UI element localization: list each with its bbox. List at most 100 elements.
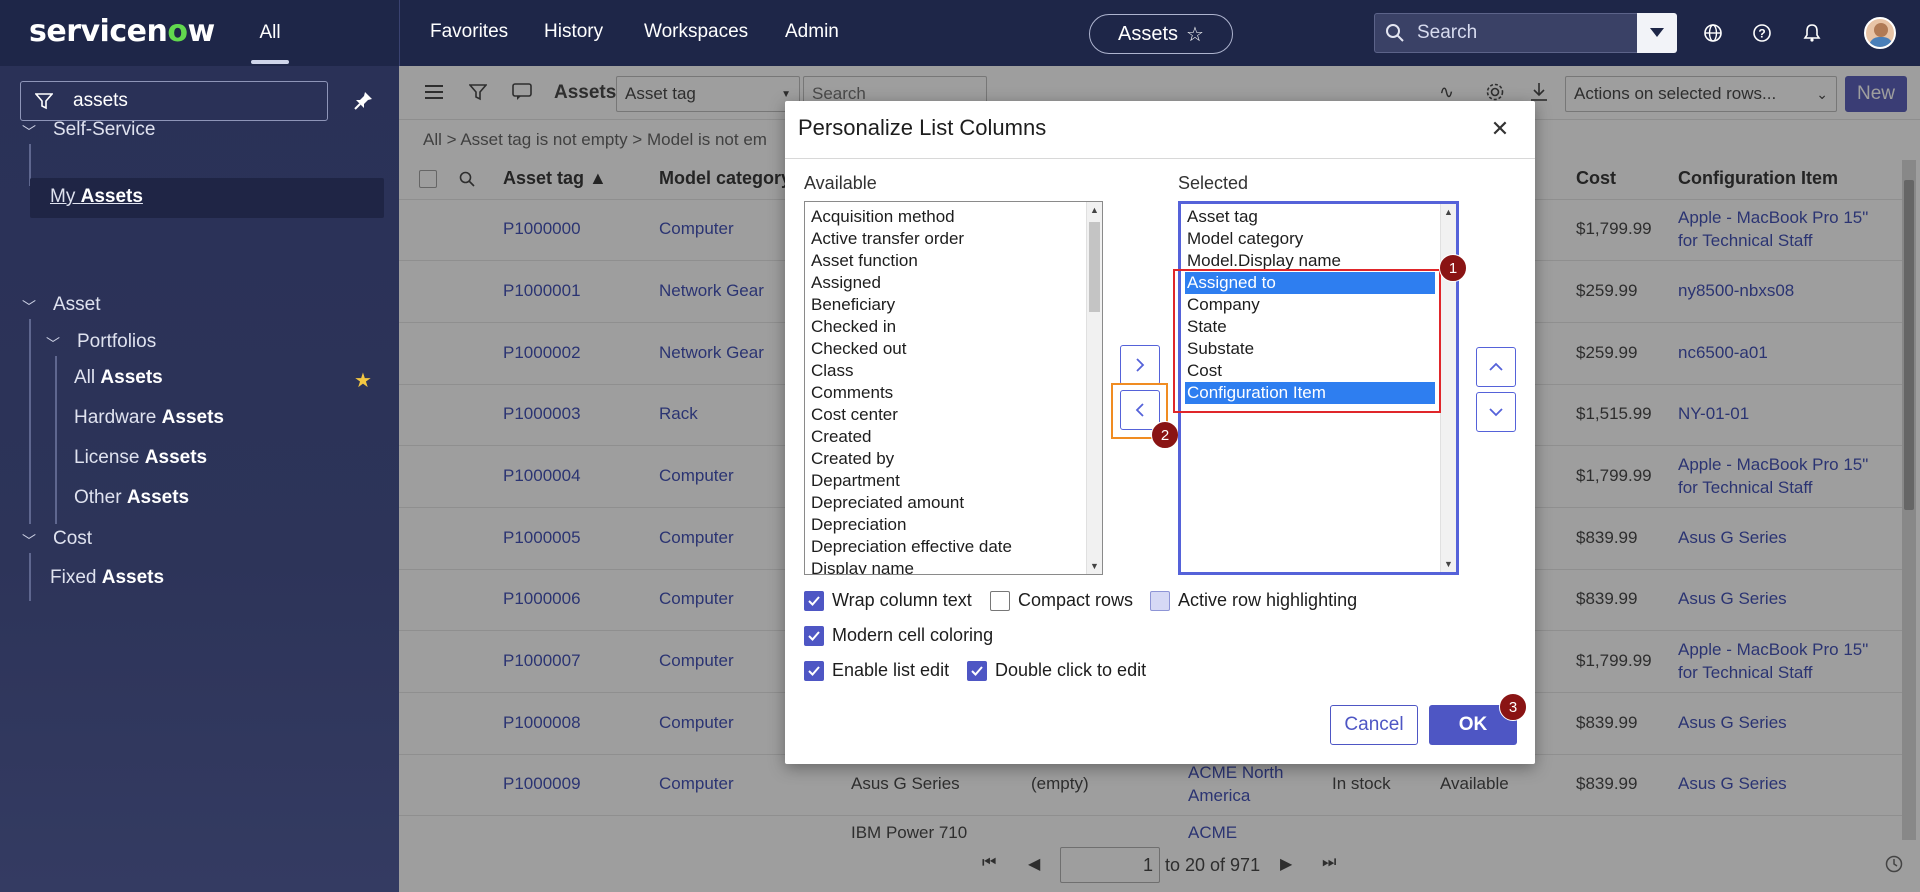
help-icon[interactable]: ? [1749,20,1775,46]
list-item[interactable]: Display name [811,558,914,574]
my-assets-bold: Assets [80,186,143,207]
available-scrollbar[interactable]: ▲ ▼ [1086,202,1102,574]
active-row-highlighting-checkbox[interactable] [1150,590,1170,611]
chevron-right-icon [1136,358,1145,372]
annotation-highlight-red [1173,269,1441,413]
sidebar-item-all-assets[interactable]: All Assets [74,367,163,389]
sidebar-item-fixed-assets[interactable]: Fixed Assets [50,567,164,589]
available-label: Available [804,173,877,193]
global-search-placeholder: Search [1417,22,1478,43]
move-up-button[interactable] [1476,347,1516,387]
list-item[interactable]: Cost center [811,404,898,426]
logo-text-after: w [187,14,215,49]
navigator-filter-input[interactable]: assets [20,81,328,121]
filter-icon [35,93,53,110]
available-scrollbar-thumb[interactable] [1089,222,1100,312]
logo-text-before: servicen [29,14,168,49]
list-item[interactable]: Asset tag [1187,206,1258,228]
svg-text:?: ? [1758,27,1765,41]
sidebar-item-hardware-assets[interactable]: Hardware Assets [74,407,224,429]
sidebar-item-my-assets[interactable]: My Assets [50,186,143,208]
checkmark-icon [808,665,820,676]
chevron-down-icon[interactable]: ﹀ [22,531,36,551]
globe-icon[interactable] [1700,20,1726,46]
available-columns-listbox[interactable]: Acquisition method Active transfer order… [804,201,1103,575]
modern-cell-coloring-label: Modern cell coloring [832,625,994,645]
search-scope-dropdown[interactable] [1637,13,1677,53]
double-click-to-edit-option[interactable]: Double click to edit [967,660,1146,681]
nav-favorites[interactable]: Favorites [430,21,508,43]
sidebar-item-cost[interactable]: Cost [53,528,92,550]
cancel-button[interactable]: Cancel [1330,705,1418,745]
double-click-to-edit-checkbox[interactable] [967,660,987,681]
list-item[interactable]: Checked out [811,338,906,360]
list-item[interactable]: Depreciation effective date [811,536,1012,558]
list-item[interactable]: Acquisition method [811,206,955,228]
sidebar-item-self-service[interactable]: Self-Service [53,119,155,141]
list-item[interactable]: Model category [1187,228,1303,250]
list-item[interactable]: Asset function [811,250,918,272]
navigator-sidebar: assets ﹀ Self-Service My Assets ﹀ Asset … [0,66,399,892]
chevron-down-icon[interactable]: ﹀ [22,297,36,317]
list-item[interactable]: Beneficiary [811,294,895,316]
personalize-list-columns-dialog: Personalize List Columns ✕ Available Sel… [785,101,1535,764]
other-assets-prefix: Other [74,487,127,508]
compact-rows-option[interactable]: Compact rows [990,590,1133,611]
global-search-input[interactable]: Search [1374,13,1658,53]
sidebar-item-other-assets[interactable]: Other Assets [74,487,189,509]
fixed-assets-prefix: Fixed [50,567,102,588]
top-navigation-bar: servicenow All Favorites History Workspa… [0,0,1920,66]
bell-icon[interactable] [1799,20,1825,46]
nav-workspaces[interactable]: Workspaces [644,21,748,43]
favorite-star-icon[interactable]: ★ [354,368,372,393]
active-row-highlighting-option[interactable]: Active row highlighting [1150,590,1357,611]
compact-rows-checkbox[interactable] [990,590,1010,611]
list-item[interactable]: Checked in [811,316,896,338]
nav-history[interactable]: History [544,21,603,43]
navigator-filter-value: assets [73,90,128,111]
star-outline-icon[interactable]: ☆ [1186,22,1204,47]
sidebar-item-asset[interactable]: Asset [53,294,101,316]
nav-admin[interactable]: Admin [785,21,839,43]
wrap-column-text-option[interactable]: Wrap column text [804,590,972,611]
list-item[interactable]: Active transfer order [811,228,964,250]
list-item[interactable]: Department [811,470,900,492]
enable-list-edit-option[interactable]: Enable list edit [804,660,949,681]
clock-icon[interactable] [1885,855,1903,873]
compact-rows-label: Compact rows [1018,590,1134,610]
list-item[interactable]: Depreciation [811,514,906,536]
modern-cell-coloring-checkbox[interactable] [804,625,824,646]
sidebar-item-license-assets[interactable]: License Assets [74,447,207,469]
scroll-down-icon[interactable]: ▼ [1090,561,1099,571]
hardware-assets-prefix: Hardware [74,407,162,428]
scroll-up-icon[interactable]: ▲ [1444,207,1453,217]
scroll-down-icon[interactable]: ▼ [1444,559,1453,569]
list-item[interactable]: Class [811,360,854,382]
list-item[interactable]: Comments [811,382,893,404]
pin-icon[interactable] [352,90,374,112]
license-assets-prefix: License [74,447,145,468]
scroll-up-icon[interactable]: ▲ [1090,205,1099,215]
dialog-divider [785,158,1535,159]
tab-all[interactable]: All [245,0,295,66]
list-item[interactable]: Created [811,426,871,448]
enable-list-edit-checkbox[interactable] [804,660,824,681]
modern-cell-coloring-option[interactable]: Modern cell coloring [804,625,993,646]
list-item[interactable]: Created by [811,448,894,470]
context-pill[interactable]: Assets ☆ [1089,14,1233,54]
user-avatar[interactable] [1864,17,1896,49]
tree-line [55,356,57,524]
list-item[interactable]: Depreciated amount [811,492,964,514]
list-item[interactable]: Assigned [811,272,881,294]
fixed-assets-bold: Assets [101,567,165,588]
all-assets-bold: Assets [100,367,163,388]
move-down-button[interactable] [1476,392,1516,432]
chevron-down-icon [1489,408,1503,417]
add-column-button[interactable] [1120,345,1160,385]
chevron-down-icon[interactable]: ﹀ [22,122,36,142]
servicenow-logo[interactable]: servicenow [29,14,215,49]
chevron-down-icon[interactable]: ﹀ [46,334,60,354]
close-icon[interactable]: ✕ [1488,116,1512,141]
wrap-column-text-checkbox[interactable] [804,590,824,611]
sidebar-item-portfolios[interactable]: Portfolios [77,331,156,353]
